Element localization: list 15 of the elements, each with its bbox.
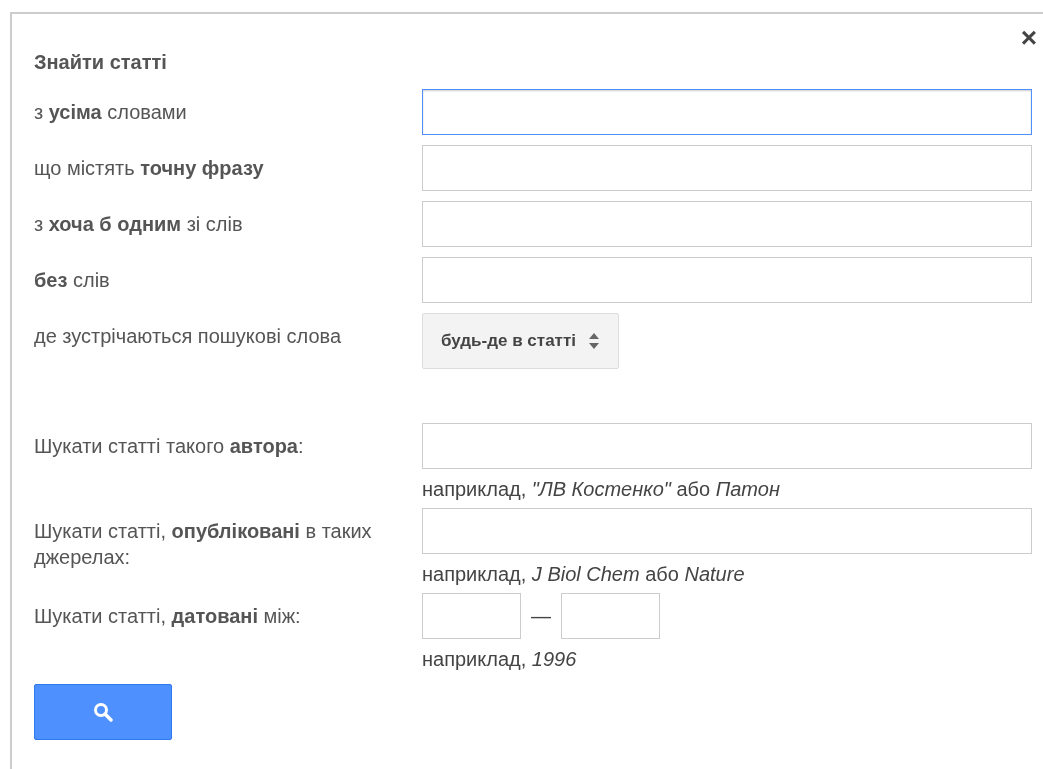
dialog-title: Знайти статті <box>34 50 168 75</box>
field-label: Шукати статті такого автора: <box>34 434 305 459</box>
field-label: де зустрічаються пошукові слова <box>34 324 343 349</box>
location-dropdown[interactable]: будь-де в статті <box>422 313 619 369</box>
example-hint: наприклад, J Biol Chem або Nature <box>422 562 746 586</box>
close-button[interactable]: × <box>1020 24 1037 52</box>
field-label: з хоча б одним зі слів <box>34 212 244 237</box>
field-label: з усіма словами <box>34 100 188 125</box>
field-label: що містять точну фразу <box>34 156 265 181</box>
field-label: Шукати статті, датовані між: <box>34 604 302 629</box>
example-hint: наприклад, "ЛВ Костенко" або Патон <box>422 477 781 501</box>
field-label: без слів <box>34 268 111 293</box>
field-label: Шукати статті, опубліковані в таких джерелах: <box>34 519 373 570</box>
example-hint: наприклад, 1996 <box>422 647 578 671</box>
range-dash: — <box>531 604 551 629</box>
